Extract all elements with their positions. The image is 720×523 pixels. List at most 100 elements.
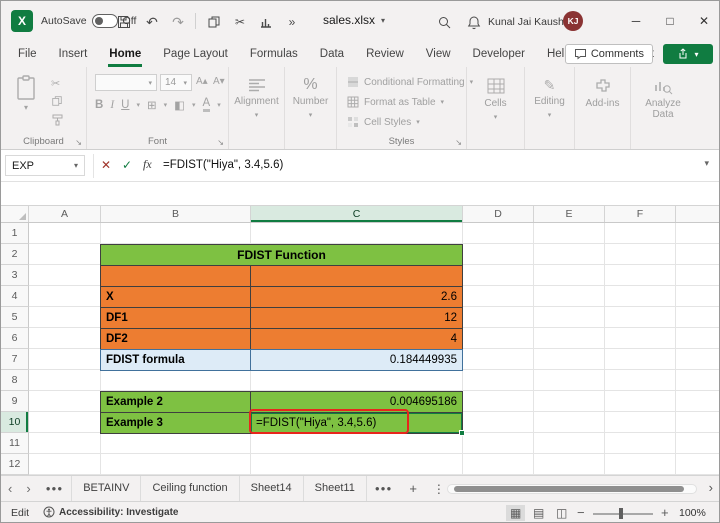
row-header-3[interactable]: 3: [1, 265, 29, 286]
sheet-nav-right-icon[interactable]: ›: [19, 481, 37, 496]
insert-function-button[interactable]: fx: [143, 157, 152, 172]
cell-b3[interactable]: [100, 265, 251, 287]
maximize-button[interactable]: □: [653, 1, 687, 41]
tab-view[interactable]: View: [415, 41, 462, 67]
cancel-entry-button[interactable]: ✕: [101, 158, 111, 172]
paste-button[interactable]: ▾: [7, 75, 45, 112]
conditional-formatting-button[interactable]: Conditional Formatting ▾: [347, 76, 473, 88]
scrollbar-thumb[interactable]: [454, 486, 684, 492]
row-header-2[interactable]: 2: [1, 244, 29, 265]
row-header-7[interactable]: 7: [1, 349, 29, 370]
zoom-slider-thumb[interactable]: [619, 508, 623, 519]
row-header-10[interactable]: 10: [1, 412, 29, 433]
user-avatar[interactable]: KJ: [563, 11, 583, 31]
sheet-overflow-right[interactable]: ●●●: [367, 484, 401, 493]
row-header-4[interactable]: 4: [1, 286, 29, 307]
tab-file[interactable]: File: [7, 41, 48, 67]
font-size-combo[interactable]: 14 ▾: [160, 74, 192, 91]
page-break-view-button[interactable]: ◫: [552, 505, 571, 521]
addins-button[interactable]: Add-ins: [575, 67, 630, 149]
format-painter-button[interactable]: [51, 111, 64, 127]
horizontal-scrollbar[interactable]: [447, 484, 697, 494]
sheet-tab-ceiling-function[interactable]: Ceiling function: [141, 476, 239, 501]
excel-logo-icon[interactable]: X: [11, 10, 33, 32]
sheet-overflow-left[interactable]: ●●●: [38, 484, 72, 493]
user-name[interactable]: Kunal Jai Kaushik: [488, 16, 571, 28]
zoom-out-button[interactable]: −: [577, 505, 585, 520]
tab-developer[interactable]: Developer: [462, 41, 536, 67]
grow-font-button[interactable]: A▴: [196, 76, 208, 87]
font-color-button[interactable]: A: [203, 97, 211, 112]
accessibility-status[interactable]: Accessibility: Investigate: [43, 506, 179, 518]
cell-b10[interactable]: Example 3: [100, 412, 251, 434]
format-as-table-button[interactable]: Format as Table ▾: [347, 96, 444, 108]
cell-b5[interactable]: DF1: [100, 307, 251, 329]
column-header-c[interactable]: C: [251, 206, 463, 222]
sheet-tab-sheet14[interactable]: Sheet14: [240, 476, 304, 501]
cell-c3[interactable]: [250, 265, 463, 287]
qat-chart-button[interactable]: [255, 12, 277, 32]
column-header-a[interactable]: A: [29, 206, 101, 222]
font-dialog-launcher[interactable]: ↘: [217, 138, 224, 147]
underline-button[interactable]: U: [121, 99, 129, 111]
column-header-e[interactable]: E: [534, 206, 605, 222]
page-layout-view-button[interactable]: ▤: [529, 505, 548, 521]
normal-view-button[interactable]: ▦: [506, 505, 525, 521]
document-title[interactable]: sales.xlsx ▾: [323, 13, 385, 27]
cut-button[interactable]: ✂: [51, 75, 60, 91]
bold-button[interactable]: B: [95, 99, 103, 111]
alignment-button[interactable]: Alignment ▾: [229, 67, 284, 149]
formula-bar-expand-icon[interactable]: ▾: [704, 158, 709, 169]
confirm-entry-button[interactable]: ✓: [122, 158, 132, 172]
zoom-in-button[interactable]: +: [661, 505, 669, 520]
sheet-tab-sheet11[interactable]: Sheet11: [304, 476, 367, 501]
row-header-6[interactable]: 6: [1, 328, 29, 349]
tab-data[interactable]: Data: [309, 41, 355, 67]
row-header-5[interactable]: 5: [1, 307, 29, 328]
qat-overflow-button[interactable]: »: [281, 12, 303, 32]
copy-button[interactable]: [51, 93, 63, 109]
comments-button[interactable]: Comments: [565, 44, 653, 64]
scroll-right-icon[interactable]: ›: [709, 480, 713, 495]
tab-review[interactable]: Review: [355, 41, 415, 67]
tab-insert[interactable]: Insert: [48, 41, 99, 67]
tab-home[interactable]: Home: [98, 41, 152, 67]
row-header-1[interactable]: 1: [1, 223, 29, 244]
cell-b7[interactable]: FDIST formula: [100, 349, 251, 371]
sheet-tab-betainv[interactable]: BETAINV: [71, 476, 141, 501]
column-header-d[interactable]: D: [463, 206, 534, 222]
save-button[interactable]: [113, 12, 135, 32]
editing-button[interactable]: ✎ Editing ▾: [525, 67, 574, 149]
cells-area[interactable]: FDIST Function X 2.6 DF1 12 DF2 4 FDIST …: [29, 223, 720, 475]
cell-c5[interactable]: 12: [250, 307, 463, 329]
redo-button[interactable]: ↷: [167, 12, 189, 32]
cells-button[interactable]: Cells ▾: [467, 67, 524, 149]
name-box[interactable]: EXP ▾: [5, 155, 85, 176]
fill-dropdown-icon[interactable]: ▾: [192, 101, 196, 109]
number-button[interactable]: % Number ▾: [285, 67, 336, 149]
cell-c7[interactable]: 0.184449935: [250, 349, 463, 371]
italic-button[interactable]: I: [110, 99, 114, 111]
qat-copy-button[interactable]: [203, 12, 225, 32]
tab-page-layout[interactable]: Page Layout: [152, 41, 239, 67]
cell-c4[interactable]: 2.6: [250, 286, 463, 308]
row-header-9[interactable]: 9: [1, 391, 29, 412]
share-button[interactable]: ▾: [663, 44, 713, 64]
fill-handle[interactable]: [459, 430, 465, 436]
font-color-dropdown-icon[interactable]: ▾: [217, 101, 221, 109]
minimize-button[interactable]: ─: [619, 1, 653, 41]
cell-b6[interactable]: DF2: [100, 328, 251, 350]
cell-b9[interactable]: Example 2: [100, 391, 251, 413]
styles-dialog-launcher[interactable]: ↘: [455, 138, 462, 147]
undo-button[interactable]: ↶: [141, 12, 163, 32]
borders-dropdown-icon[interactable]: ▾: [164, 101, 168, 109]
tab-formulas[interactable]: Formulas: [239, 41, 309, 67]
sheet-nav-left-icon[interactable]: ‹: [1, 481, 19, 496]
row-header-12[interactable]: 12: [1, 454, 29, 475]
fill-color-button[interactable]: ◧: [174, 98, 185, 112]
borders-button[interactable]: ⊞: [147, 98, 157, 112]
qat-cut-button[interactable]: ✂: [229, 12, 251, 32]
cell-styles-button[interactable]: Cell Styles ▾: [347, 116, 420, 128]
cell-b4[interactable]: X: [100, 286, 251, 308]
underline-dropdown-icon[interactable]: ▾: [136, 101, 140, 109]
